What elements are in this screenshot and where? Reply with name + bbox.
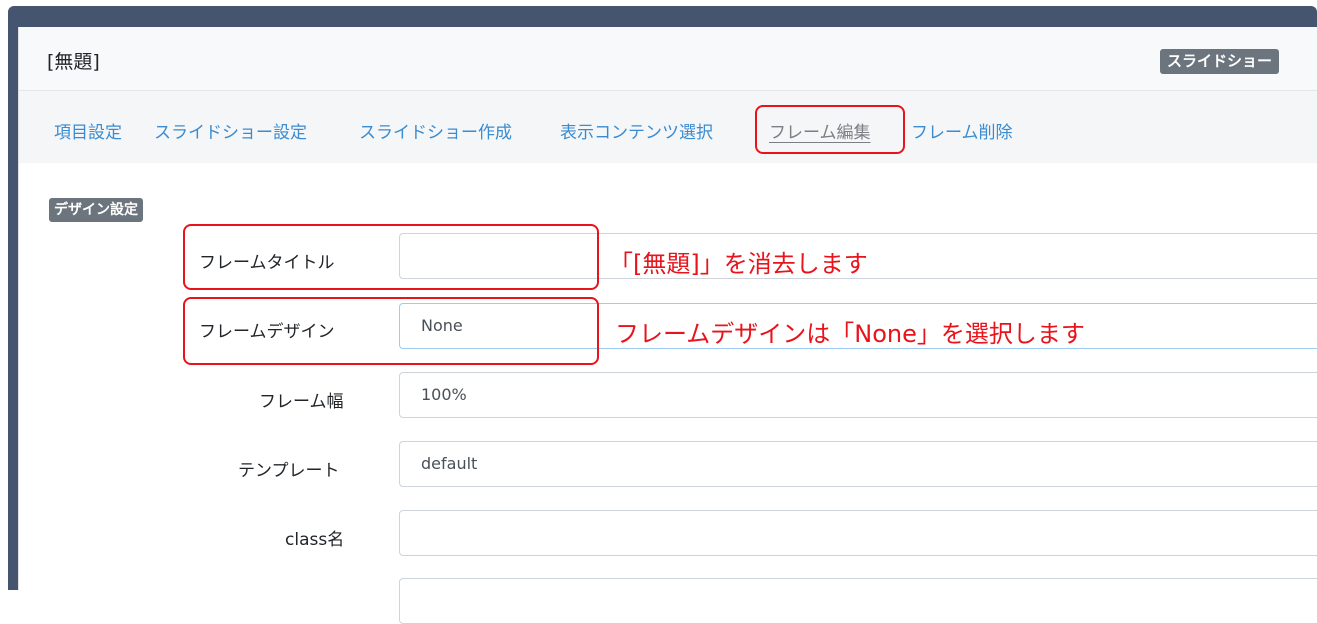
frame-title: [無題] [47, 51, 100, 73]
class-name-label: class名 [285, 530, 345, 550]
template-label: テンプレート [238, 461, 340, 481]
template-select[interactable]: default [399, 441, 1317, 487]
nav-item-content-select[interactable]: 表示コンテンツ選択 [560, 118, 713, 143]
title-annotation: 「[無題]」を消去します [609, 250, 868, 278]
nav-item-slideshow-create[interactable]: スライドショー作成 [359, 118, 512, 143]
frame-panel: [無題] スライドショー 項目設定 スライドショー設定 スライドショー作成 表示… [18, 27, 1317, 624]
frame-width-label: フレーム幅 [259, 392, 344, 412]
nav-item-settings[interactable]: 項目設定 [54, 118, 122, 143]
frame-edit-nav: 項目設定 スライドショー設定 スライドショー作成 表示コンテンツ選択 フレーム編… [19, 91, 1317, 163]
nav-item-frame-delete[interactable]: フレーム削除 [911, 118, 1013, 143]
title-highlight-box [183, 224, 599, 290]
design-annotation: フレームデザインは「None」を選択します [615, 320, 1085, 348]
design-settings-badge: デザイン設定 [49, 198, 143, 222]
plugin-badge: スライドショー [1160, 49, 1280, 74]
class-name-input[interactable] [399, 510, 1317, 556]
nav-highlight-box [755, 105, 905, 154]
frame-width-select[interactable]: 100% [399, 372, 1317, 418]
nav-item-slideshow-settings[interactable]: スライドショー設定 [154, 118, 307, 143]
frame-header: [無題] スライドショー [19, 27, 1317, 91]
design-highlight-box [183, 297, 599, 365]
next-field-input[interactable] [399, 578, 1317, 624]
